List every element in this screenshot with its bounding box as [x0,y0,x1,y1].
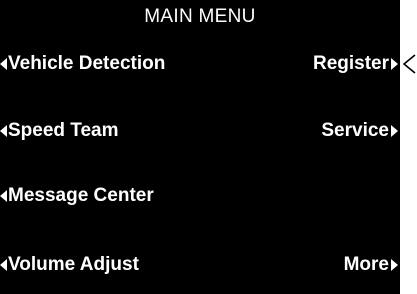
menu-item-label: Vehicle Detection [8,53,166,74]
menu-item-more[interactable]: More [344,254,398,276]
triangle-left-icon [0,58,7,70]
caret-left-icon [402,54,416,74]
menu-item-label: Service [321,120,389,141]
menu-item-service[interactable]: Service [321,120,398,142]
menu-title: MAIN MENU [144,6,256,27]
menu-item-speed-team[interactable]: Speed Team [0,120,119,142]
menu-item-vehicle-detection[interactable]: Vehicle Detection [0,53,165,75]
menu-item-volume-adjust[interactable]: Volume Adjust [0,254,139,276]
triangle-left-icon [0,259,7,271]
menu-item-label: More [343,254,389,275]
triangle-right-icon [391,58,398,70]
menu-item-register[interactable]: Register [313,53,398,75]
triangle-left-icon [0,125,7,137]
main-menu-screen: MAIN MENU Vehicle Detection Register Spe… [0,0,400,294]
menu-item-label: Message Center [8,185,154,206]
triangle-left-icon [0,190,7,202]
menu-item-label: Speed Team [8,120,119,141]
menu-item-label: Volume Adjust [8,254,139,275]
triangle-right-icon [391,259,398,271]
triangle-right-icon [391,125,398,137]
menu-item-message-center[interactable]: Message Center [0,185,154,207]
menu-item-label: Register [312,53,389,74]
